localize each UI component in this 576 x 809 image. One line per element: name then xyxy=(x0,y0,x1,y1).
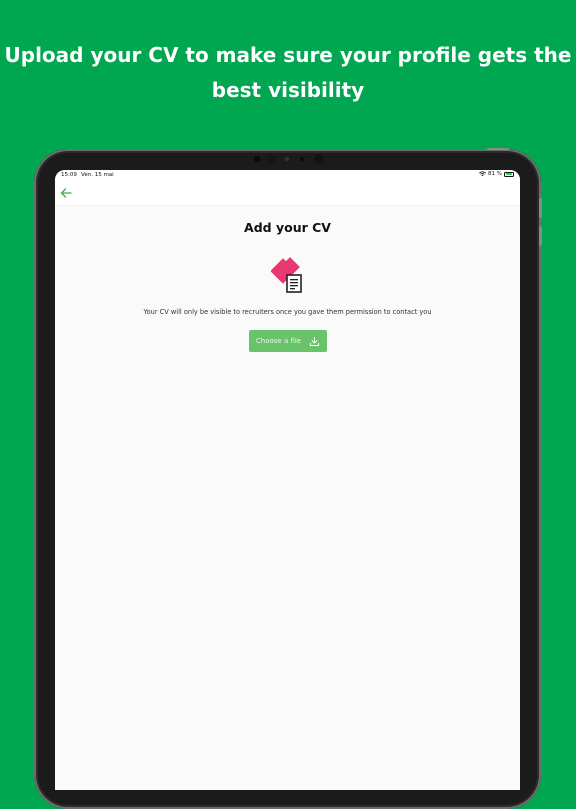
status-time: 15:09 xyxy=(61,172,77,178)
cv-visibility-description: Your CV will only be visible to recruite… xyxy=(143,308,432,316)
promo-headline-line2: best visibility xyxy=(211,78,365,102)
camera-lens xyxy=(266,154,276,164)
download-icon xyxy=(309,336,320,346)
cv-heart-icon xyxy=(271,257,302,293)
volume-button-up xyxy=(539,198,542,218)
top-button xyxy=(487,148,509,150)
wifi-icon xyxy=(479,171,487,177)
back-arrow-icon[interactable] xyxy=(59,186,73,200)
app-screen: 15:09 Ven. 15 mai 81 % Add your CV Your … xyxy=(55,170,520,790)
camera-sensor xyxy=(285,157,289,161)
choose-file-label: Choose a file xyxy=(255,337,302,345)
status-date: Ven. 15 mai xyxy=(81,172,114,178)
promo-headline-line1: Upload your CV to make sure your profile… xyxy=(4,43,572,67)
choose-file-button[interactable]: Choose a file xyxy=(249,330,327,352)
battery-percent: 81 % xyxy=(488,171,502,177)
camera-lens xyxy=(314,154,324,164)
camera-lens xyxy=(254,156,260,162)
volume-button-down xyxy=(539,226,542,246)
promo-headline: Upload your CV to make sure your profile… xyxy=(0,38,576,108)
navigation-bar xyxy=(55,181,520,206)
camera-sensor xyxy=(300,157,304,161)
status-bar: 15:09 Ven. 15 mai 81 % xyxy=(55,170,520,181)
page-title: Add your CV xyxy=(244,220,331,235)
status-right: 81 % xyxy=(479,171,514,177)
battery-icon xyxy=(504,171,514,177)
